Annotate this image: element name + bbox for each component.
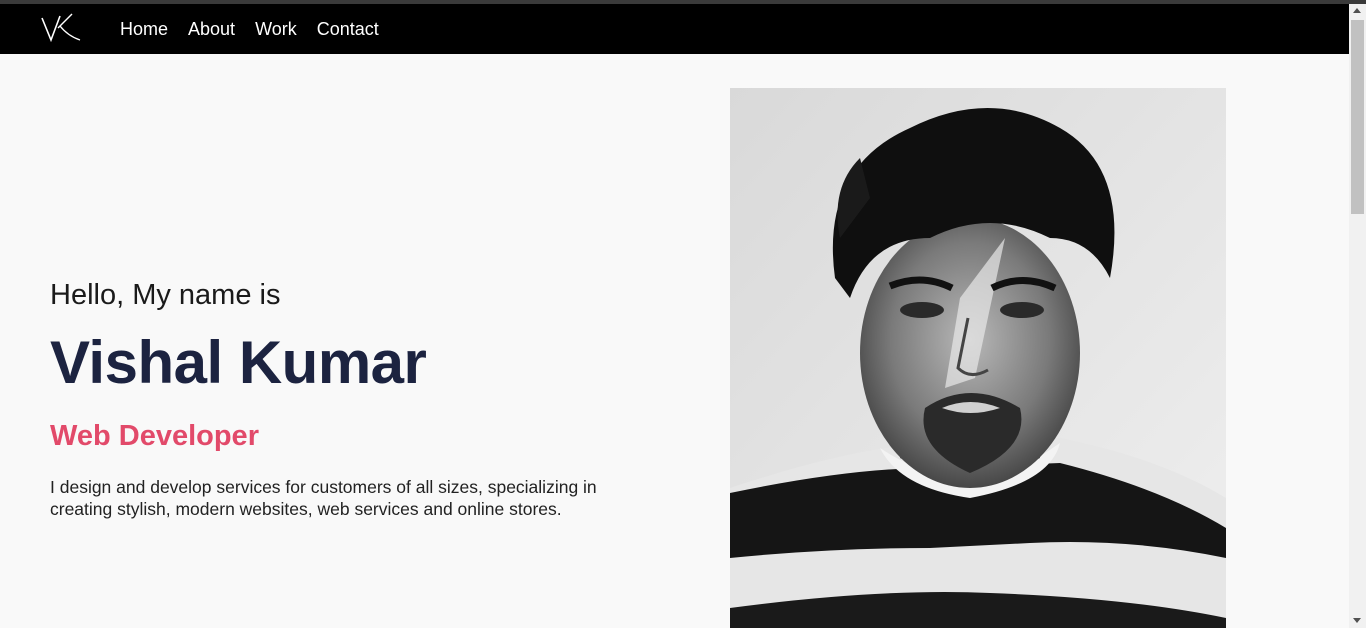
top-navbar: Home About Work Contact bbox=[0, 4, 1349, 54]
scroll-up-arrow-icon[interactable] bbox=[1353, 8, 1361, 13]
nav-link-contact[interactable]: Contact bbox=[317, 19, 379, 40]
nav-links: Home About Work Contact bbox=[120, 4, 379, 54]
hero-role: Web Developer bbox=[50, 420, 259, 452]
scroll-down-arrow-icon[interactable] bbox=[1353, 618, 1361, 623]
vk-logo-icon[interactable] bbox=[38, 12, 82, 43]
hero-intro: Hello, My name is Vishal Kumar Web Devel… bbox=[50, 276, 650, 520]
portrait-photo bbox=[730, 88, 1226, 628]
hero-greeting: Hello, My name is bbox=[50, 279, 281, 311]
nav-link-home[interactable]: Home bbox=[120, 19, 168, 40]
nav-link-about[interactable]: About bbox=[188, 19, 235, 40]
scrollbar-thumb[interactable] bbox=[1351, 20, 1364, 214]
nav-link-work[interactable]: Work bbox=[255, 19, 297, 40]
hero-name: Vishal Kumar bbox=[50, 329, 427, 396]
hero-description: I design and develop services for custom… bbox=[50, 477, 597, 519]
